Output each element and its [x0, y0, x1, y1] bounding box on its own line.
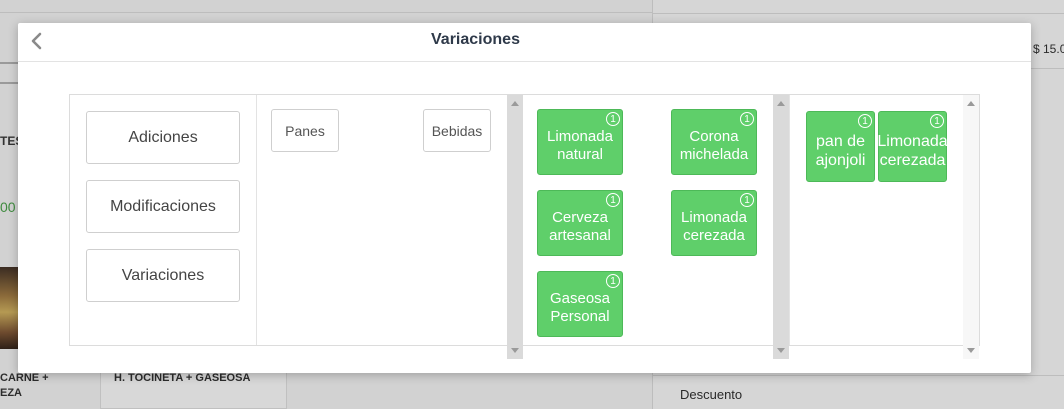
selected-label: pan de ajonjoli: [815, 132, 866, 169]
background-divider: [0, 12, 652, 13]
option-tile[interactable]: Limonada cerezada 1: [671, 190, 757, 256]
quantity-badge: 1: [740, 112, 754, 126]
selected-column: pan de ajonjoli 1 Limonada cerezada 1: [789, 95, 963, 345]
category-bebidas-button[interactable]: Bebidas: [423, 109, 491, 152]
modal-title: Variaciones: [431, 31, 520, 48]
selected-label: Limonada cerezada: [877, 132, 948, 169]
category-panes-button[interactable]: Panes: [271, 109, 339, 152]
categories-column: Panes Bebidas: [257, 95, 507, 345]
quantity-badge: 1: [740, 193, 754, 207]
scrollbar-thumb[interactable]: [507, 95, 523, 359]
options-column: Limonada natural 1 Corona michelada 1 Ce…: [523, 95, 773, 345]
quantity-badge: 1: [606, 193, 620, 207]
scroll-down-icon[interactable]: [777, 348, 785, 353]
variaciones-button[interactable]: Variaciones: [86, 249, 240, 302]
background-card-label: EZA: [0, 387, 22, 399]
background-card-label: CARNE +: [0, 372, 49, 384]
option-tile[interactable]: Corona michelada 1: [671, 109, 757, 175]
selected-scrollbar[interactable]: [963, 95, 979, 359]
background-text: 00: [0, 199, 16, 215]
quantity-badge: 1: [930, 114, 944, 128]
variations-panel: Adiciones Modificaciones Variaciones Pan…: [69, 94, 980, 359]
scroll-up-icon[interactable]: [511, 101, 519, 106]
scroll-down-icon[interactable]: [511, 348, 519, 353]
quantity-badge: 1: [606, 112, 620, 126]
option-label: Limonada cerezada: [681, 209, 747, 244]
scroll-up-icon[interactable]: [967, 101, 975, 106]
background-divider: [652, 13, 1064, 14]
background-card-label: H. TOCINETA + GASEOSA: [114, 372, 251, 384]
background-product-image: [0, 267, 20, 349]
background-price: $ 15.0: [1033, 42, 1064, 56]
selected-tile[interactable]: pan de ajonjoli 1: [806, 111, 875, 182]
modificaciones-button[interactable]: Modificaciones: [86, 180, 240, 233]
background-button: [0, 62, 20, 84]
modal-header: Variaciones: [18, 23, 1031, 62]
side-menu: Adiciones Modificaciones Variaciones: [70, 95, 257, 345]
background-divider: [652, 375, 1064, 376]
categories-scrollbar[interactable]: [507, 95, 523, 359]
option-label: Corona michelada: [679, 128, 749, 163]
scroll-up-icon[interactable]: [777, 101, 785, 106]
option-label: Cerveza artesanal: [549, 209, 611, 244]
option-tile[interactable]: Cerveza artesanal 1: [537, 190, 623, 256]
options-scrollbar[interactable]: [773, 95, 789, 359]
background-descuento-label: Descuento: [680, 387, 743, 402]
adiciones-button[interactable]: Adiciones: [86, 111, 240, 164]
scrollbar-thumb[interactable]: [773, 95, 789, 359]
option-label: Limonada natural: [547, 128, 613, 163]
variations-modal: Variaciones Adiciones Modificaciones Var…: [18, 23, 1031, 373]
selected-tile[interactable]: Limonada cerezada 1: [877, 111, 948, 182]
option-label: Gaseosa Personal: [549, 290, 611, 325]
quantity-badge: 1: [858, 114, 872, 128]
quantity-badge: 1: [606, 274, 620, 288]
option-tile[interactable]: Limonada natural 1: [537, 109, 623, 175]
scroll-down-icon[interactable]: [967, 348, 975, 353]
option-tile[interactable]: Gaseosa Personal 1: [537, 271, 623, 337]
